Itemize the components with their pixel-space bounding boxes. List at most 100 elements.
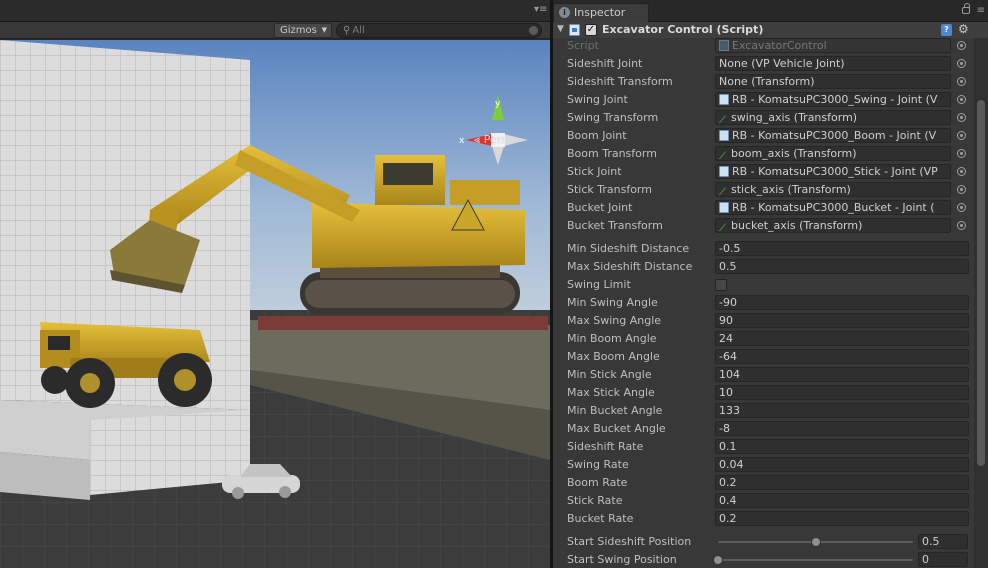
number-field[interactable]: 10 — [715, 385, 969, 400]
number-field[interactable]: 0.2 — [715, 511, 969, 526]
number-field[interactable]: 104 — [715, 367, 969, 382]
object-field[interactable]: RB - KomatsuPC3000_Bucket - Joint ( — [715, 200, 951, 215]
search-clear-icon[interactable] — [529, 26, 538, 35]
gear-icon[interactable]: ⚙ — [958, 22, 969, 36]
object-picker-icon[interactable] — [957, 221, 966, 230]
field-value: 0.04 — [719, 458, 744, 471]
property-row-bucket-rate: Bucket Rate 0.2 — [553, 510, 975, 528]
object-field[interactable]: None (Transform) — [715, 74, 951, 89]
property-row-boom-joint: Boom Joint RB - KomatsuPC3000_Boom - Join… — [553, 127, 975, 145]
panel-menu-icon[interactable]: ▾≡ — [534, 5, 547, 15]
number-field[interactable]: -0.5 — [715, 241, 969, 256]
property-row-boom-transform: Boom Transform boom_axis (Transform) — [553, 145, 975, 163]
panel-menu-icon[interactable]: ≡ — [977, 6, 985, 16]
object-field[interactable]: RB - KomatsuPC3000_Swing - Joint (V — [715, 92, 951, 107]
object-picker-icon[interactable] — [957, 131, 966, 140]
property-row-boom-rate: Boom Rate 0.2 — [553, 474, 975, 492]
object-field[interactable]: boom_axis (Transform) — [715, 146, 951, 161]
number-field[interactable]: 24 — [715, 331, 969, 346]
object-picker-icon[interactable] — [957, 95, 966, 104]
lock-icon[interactable] — [962, 3, 970, 14]
perspective-label[interactable]: ⪡ Persp — [474, 133, 514, 147]
slider-thumb[interactable] — [713, 555, 723, 565]
component-title: Excavator Control (Script) — [602, 23, 764, 36]
number-field[interactable]: -90 — [715, 295, 969, 310]
number-field[interactable]: 0.04 — [715, 457, 969, 472]
scene-tab-bar: ▾≡ — [0, 0, 550, 22]
field-value: -0.5 — [719, 242, 741, 255]
object-field: ExcavatorControl — [715, 38, 951, 53]
scrollbar-thumb[interactable] — [977, 100, 985, 466]
number-field[interactable]: 0.2 — [715, 475, 969, 490]
help-icon[interactable]: ? — [941, 24, 952, 36]
property-row-script: Script ExcavatorControl — [553, 37, 975, 55]
tab-inspector[interactable]: i Inspector — [553, 3, 649, 22]
slider-value-field[interactable]: 0.5 — [918, 534, 968, 549]
number-field[interactable]: 133 — [715, 403, 969, 418]
gizmos-label: Gizmos — [280, 25, 317, 36]
object-field[interactable]: RB - KomatsuPC3000_Stick - Joint (VP — [715, 164, 951, 179]
object-picker-icon[interactable] — [957, 203, 966, 212]
component-enabled-checkbox[interactable]: ✓ — [585, 24, 597, 36]
field-value: 10 — [719, 386, 733, 399]
property-label: Min Sideshift Distance — [567, 242, 690, 255]
field-value: boom_axis (Transform) — [731, 147, 857, 160]
slider-thumb[interactable] — [810, 537, 821, 547]
property-label: Max Bucket Angle — [567, 422, 666, 435]
property-label: Bucket Rate — [567, 512, 634, 525]
slider-value-field[interactable]: 0 — [918, 552, 968, 567]
object-picker-icon[interactable] — [957, 59, 966, 68]
field-value: None (Transform) — [719, 75, 815, 88]
property-row-min-bucket-angle: Min Bucket Angle 133 — [553, 402, 975, 420]
slider-track[interactable] — [718, 559, 913, 561]
object-field[interactable]: None (VP Vehicle Joint) — [715, 56, 951, 71]
chevron-down-icon: ▼ — [321, 26, 327, 34]
property-row-sideshift-rate: Sideshift Rate 0.1 — [553, 438, 975, 456]
number-field[interactable]: 0.4 — [715, 493, 969, 508]
inspector-scrollbar[interactable] — [974, 38, 988, 568]
object-picker-icon[interactable] — [957, 113, 966, 122]
property-row-bucket-joint: Bucket Joint RB - KomatsuPC3000_Bucket - … — [553, 199, 975, 217]
object-picker-icon[interactable] — [957, 41, 966, 50]
neg-y-axis-cone[interactable] — [492, 146, 504, 165]
object-field[interactable]: stick_axis (Transform) — [715, 182, 951, 197]
foldout-arrow-icon[interactable]: ▼ — [557, 24, 564, 34]
number-field[interactable]: 0.5 — [715, 259, 969, 274]
inspector-panel: i Inspector ≡ ▼ ✓ Excavator Control (Scr… — [553, 0, 988, 568]
property-row-start-swing-position: Start Swing Position 0 — [553, 551, 975, 568]
rigidbody-icon — [719, 202, 729, 213]
scene-search-input[interactable]: ⚲ All — [336, 23, 542, 38]
field-value: 24 — [719, 332, 733, 345]
field-value: RB - KomatsuPC3000_Boom - Joint (V — [732, 129, 937, 142]
scene-viewport[interactable]: x y ⪡ Persp — [0, 40, 550, 568]
object-picker-icon[interactable] — [957, 185, 966, 194]
field-value: RB - KomatsuPC3000_Swing - Joint (V — [732, 93, 938, 106]
field-value: 104 — [719, 368, 740, 381]
number-field[interactable]: 0.1 — [715, 439, 969, 454]
object-field[interactable]: RB - KomatsuPC3000_Boom - Joint (V — [715, 128, 951, 143]
component-header[interactable]: ▼ ✓ Excavator Control (Script) ? ⚙ — [553, 22, 988, 38]
tab-inspector-label: Inspector — [574, 6, 626, 19]
object-field[interactable]: bucket_axis (Transform) — [715, 218, 951, 233]
field-value: 133 — [719, 404, 740, 417]
property-row-max-swing-angle: Max Swing Angle 90 — [553, 312, 975, 330]
y-axis-label: y — [495, 99, 501, 109]
number-field[interactable]: -64 — [715, 349, 969, 364]
object-picker-icon[interactable] — [957, 149, 966, 158]
property-row-swing-limit: Swing Limit — [553, 276, 975, 294]
property-label: Start Swing Position — [567, 553, 677, 566]
property-label: Stick Transform — [567, 183, 652, 196]
field-value: -8 — [719, 422, 730, 435]
object-picker-icon[interactable] — [957, 77, 966, 86]
number-field[interactable]: -8 — [715, 421, 969, 436]
gizmos-dropdown[interactable]: Gizmos ▼ — [274, 23, 332, 38]
transform-icon — [719, 149, 728, 160]
swing-limit-checkbox[interactable] — [715, 279, 727, 291]
scene-toolbar: Gizmos ▼ ⚲ All — [0, 22, 550, 39]
object-field[interactable]: swing_axis (Transform) — [715, 110, 951, 125]
property-label: Sideshift Transform — [567, 75, 673, 88]
field-value: 0.2 — [719, 476, 737, 489]
property-row-swing-rate: Swing Rate 0.04 — [553, 456, 975, 474]
number-field[interactable]: 90 — [715, 313, 969, 328]
object-picker-icon[interactable] — [957, 167, 966, 176]
